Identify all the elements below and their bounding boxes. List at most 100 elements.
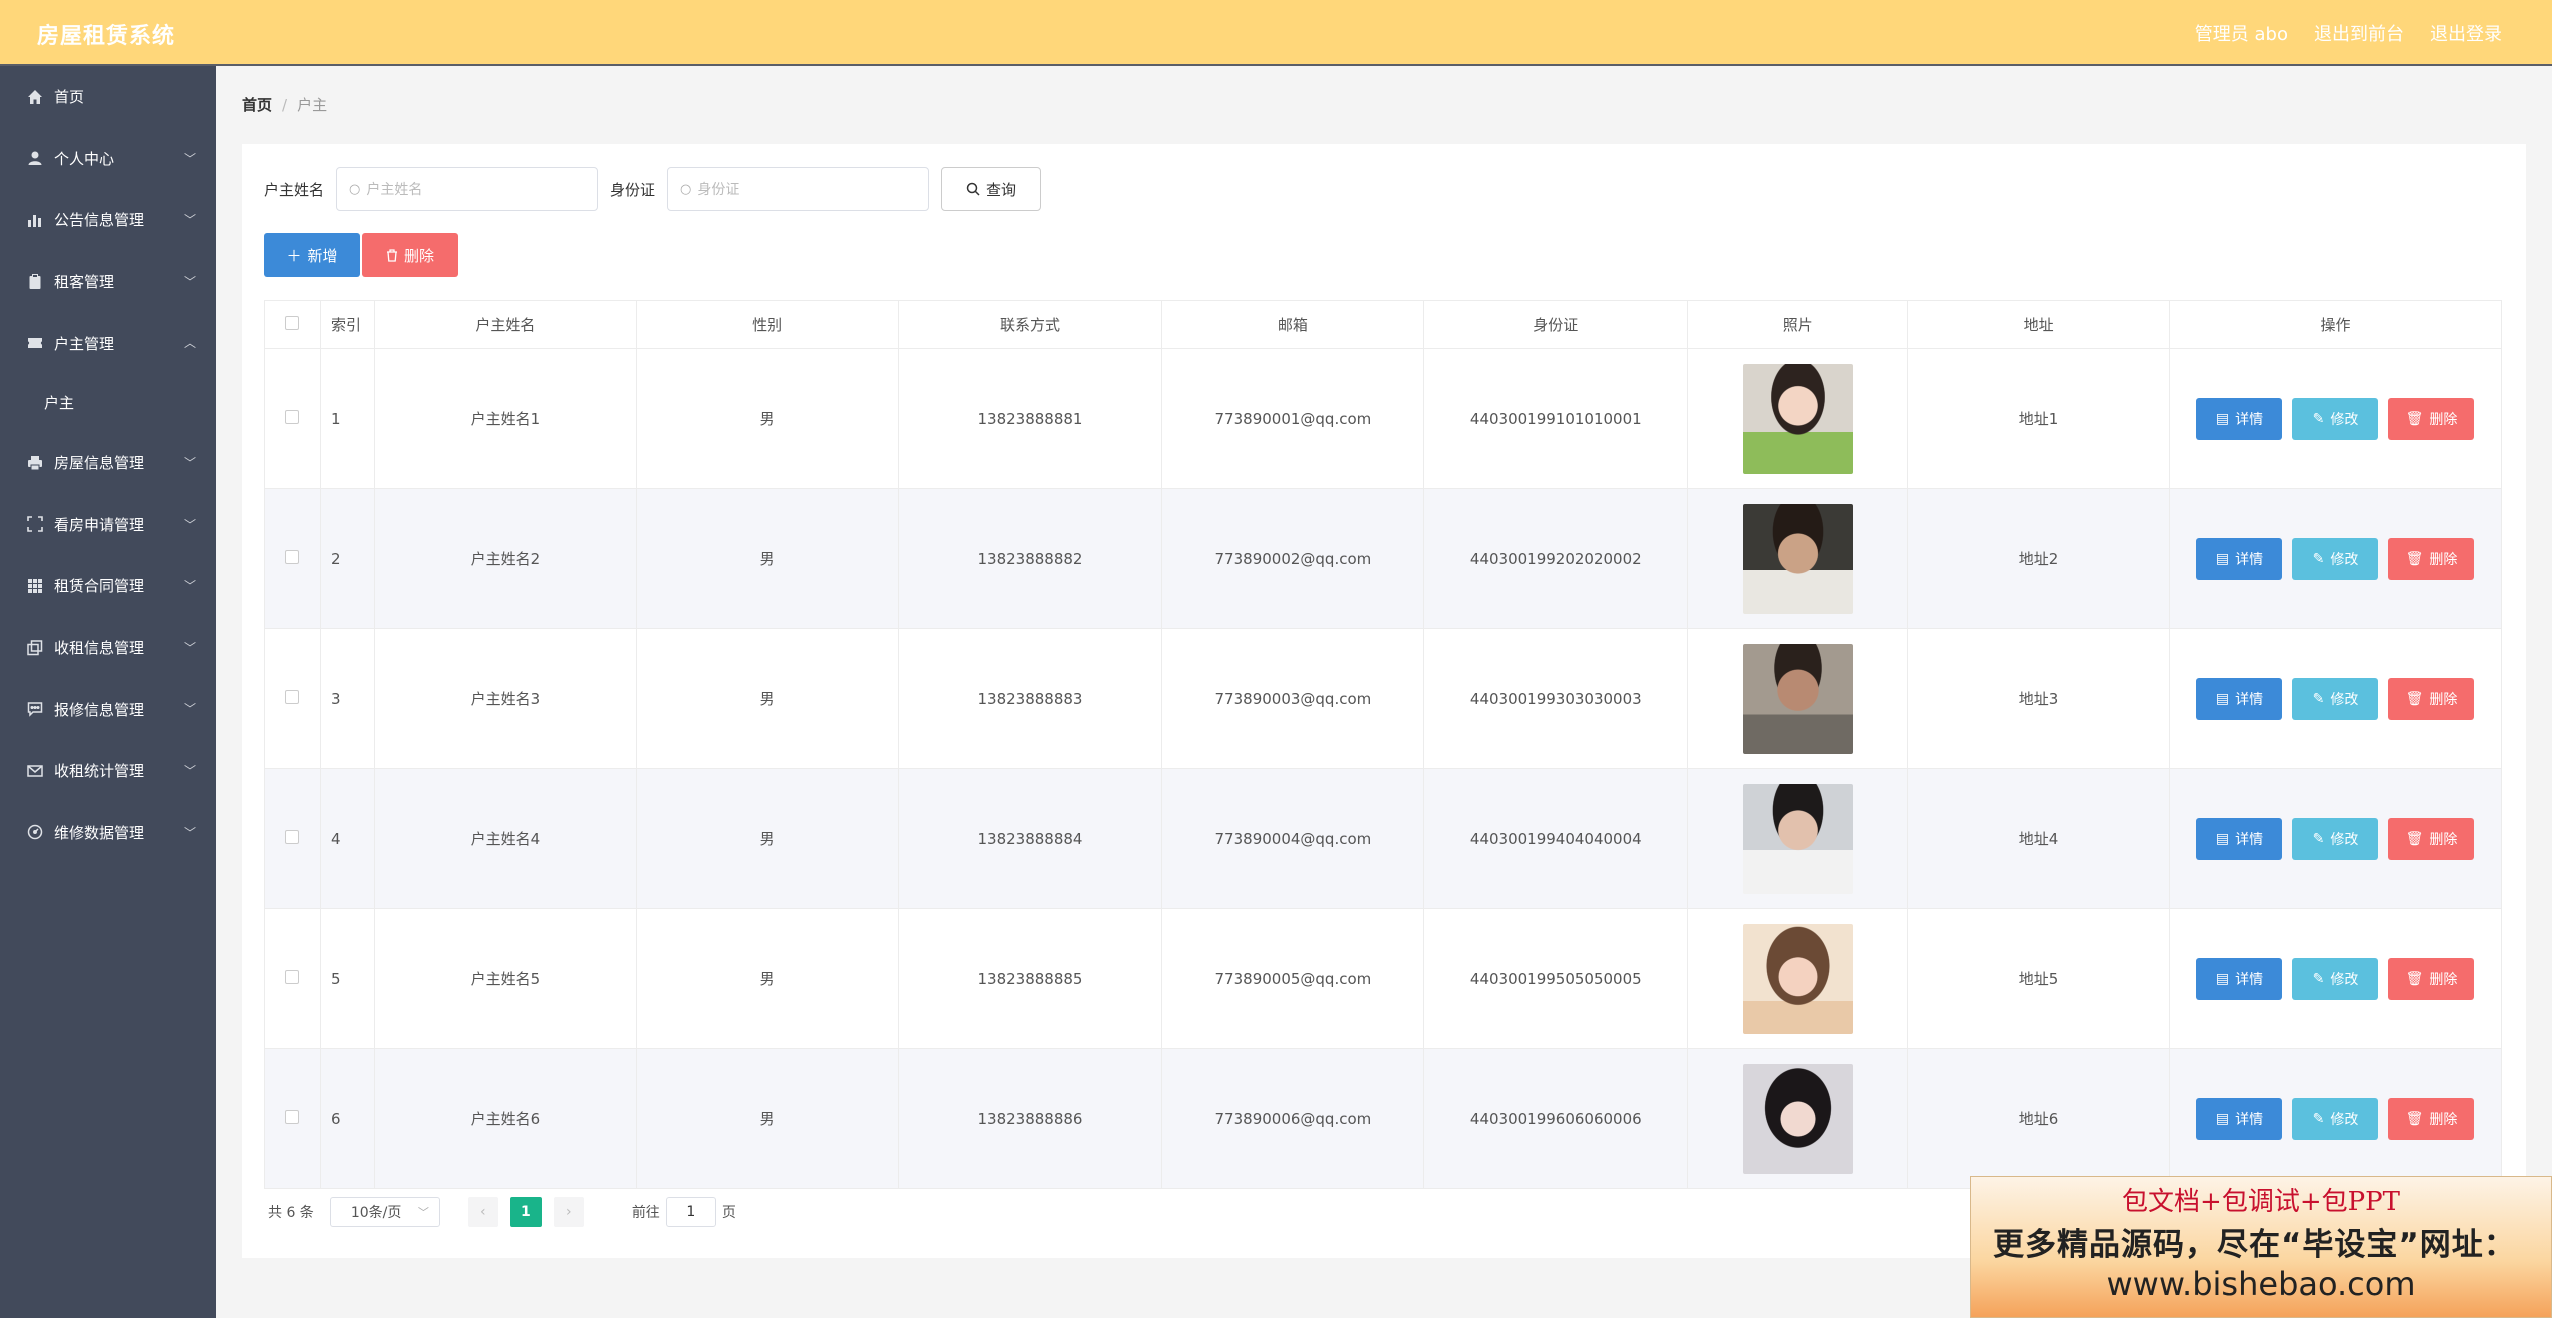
query-button[interactable]: 查询	[941, 167, 1042, 211]
row-select-cell[interactable]	[264, 348, 321, 489]
edit-button[interactable]: ✎ 修改	[2292, 537, 2379, 580]
cell-address: 地址5	[1907, 908, 2170, 1049]
page-number-current[interactable]: 1	[509, 1197, 542, 1227]
cell-name: 户主姓名5	[373, 908, 637, 1049]
detail-label: 详情	[2235, 971, 2264, 988]
sidebar-item-personal-center[interactable]: 个人中心 ﹀	[0, 128, 216, 190]
edit-button[interactable]: ✎ 修改	[2292, 817, 2379, 860]
add-button[interactable]: ＋ 新增	[264, 233, 360, 277]
edit-button[interactable]: ✎ 修改	[2292, 1097, 2379, 1140]
sidebar-item-repairs[interactable]: 报修信息管理 ﹀	[0, 678, 216, 740]
detail-button[interactable]: ▤ 详情	[2196, 537, 2283, 580]
row-select-cell[interactable]	[264, 1048, 321, 1189]
detail-label: 详情	[2235, 551, 2264, 568]
sidebar-item-home[interactable]: 首页	[0, 66, 216, 128]
delete-button[interactable]: 🗑 删除	[2388, 957, 2475, 1000]
cell-name: 户主姓名3	[373, 628, 637, 769]
sidebar-item-rent-stats[interactable]: 收租统计管理 ﹀	[0, 740, 216, 802]
cell-gender: 男	[635, 1048, 899, 1189]
row-checkbox[interactable]	[285, 969, 300, 984]
delete-label: 删除	[2429, 971, 2458, 988]
detail-button[interactable]: ▤ 详情	[2196, 1097, 2283, 1140]
chevron-up-icon: ︿	[183, 336, 196, 351]
sidebar-item-label: 户主管理	[54, 334, 115, 353]
delete-button[interactable]: 🗑 删除	[2388, 1097, 2475, 1140]
detail-label: 详情	[2235, 691, 2264, 708]
detail-button[interactable]: ▤ 详情	[2196, 817, 2283, 860]
sidebar-item-owners[interactable]: 户主管理 ︿	[0, 312, 216, 374]
sidebar-item-viewing-requests[interactable]: 看房申请管理 ﹀	[0, 494, 216, 556]
sidebar-item-label: 首页	[54, 88, 85, 107]
chevron-down-icon: ﹀	[183, 825, 196, 840]
sidebar-subitem-owner[interactable]: 户主	[0, 374, 216, 432]
goto-page-input[interactable]: 1	[665, 1197, 716, 1227]
edit-button[interactable]: ✎ 修改	[2292, 677, 2379, 720]
column-header: 邮箱	[1161, 300, 1425, 349]
owner-photo	[1742, 643, 1853, 754]
breadcrumb-home[interactable]: 首页	[242, 96, 272, 114]
sidebar-item-notices[interactable]: 公告信息管理 ﹀	[0, 189, 216, 251]
cell-index: 6	[319, 1048, 375, 1189]
owner-name-input[interactable]: ○ 户主姓名	[336, 167, 599, 211]
edit-button[interactable]: ✎ 修改	[2292, 397, 2379, 440]
column-header: 身份证	[1423, 300, 1689, 349]
chevron-down-icon: ﹀	[183, 455, 196, 470]
detail-label: 详情	[2235, 411, 2264, 428]
detail-button[interactable]: ▤ 详情	[2196, 677, 2283, 720]
select-all-checkbox[interactable]	[285, 315, 300, 330]
cell-index: 1	[319, 348, 375, 489]
delete-button[interactable]: 🗑 删除	[2388, 677, 2475, 720]
delete-button[interactable]: 🗑 删除	[2388, 537, 2475, 580]
goto-prefix: 前往	[631, 1205, 660, 1221]
select-all-cell[interactable]	[264, 300, 321, 349]
cell-gender: 男	[635, 768, 899, 909]
column-header: 户主姓名	[373, 300, 637, 349]
row-checkbox[interactable]	[285, 409, 300, 424]
id-card-input[interactable]: ○ 身份证	[667, 167, 930, 211]
delete-button[interactable]: 🗑 删除	[2388, 817, 2475, 860]
sidebar-item-label: 房屋信息管理	[54, 454, 145, 473]
cell-address: 地址4	[1907, 768, 2170, 909]
edit-button[interactable]: ✎ 修改	[2292, 957, 2379, 1000]
row-select-cell[interactable]	[264, 908, 321, 1049]
sidebar-item-contracts[interactable]: 租赁合同管理 ﹀	[0, 555, 216, 617]
batch-delete-button[interactable]: 删除	[362, 233, 458, 277]
delete-button[interactable]: 🗑 删除	[2388, 397, 2475, 440]
search-bar: 户主姓名 ○ 户主姓名 身份证 ○ 身份证 查询	[264, 167, 1042, 211]
row-select-cell[interactable]	[264, 628, 321, 769]
cell-address: 地址3	[1907, 628, 2170, 769]
table-row: 4 户主姓名4 男 13823888884 773890004@qq.com 4…	[264, 768, 2503, 909]
row-checkbox[interactable]	[285, 829, 300, 844]
sidebar-item-label: 看房申请管理	[54, 515, 145, 534]
edit-label: 修改	[2330, 411, 2359, 428]
trash-icon: 🗑	[2405, 970, 2424, 987]
logout-link[interactable]: 退出登录	[2430, 20, 2502, 46]
bar-chart-icon	[26, 211, 44, 229]
column-header: 性别	[635, 300, 899, 349]
delete-label: 删除	[2429, 691, 2458, 708]
sidebar-item-rent-collection[interactable]: 收租信息管理 ﹀	[0, 617, 216, 679]
cell-photo	[1687, 628, 1909, 769]
trash-icon: 🗑	[2405, 1110, 2424, 1127]
row-checkbox[interactable]	[285, 549, 300, 564]
cell-name: 户主姓名1	[373, 348, 637, 489]
sidebar-item-houses[interactable]: 房屋信息管理 ﹀	[0, 432, 216, 494]
row-select-cell[interactable]	[264, 488, 321, 629]
sidebar-item-maintenance-data[interactable]: 维修数据管理 ﹀	[0, 802, 216, 864]
chevron-down-icon: ﹀	[183, 213, 196, 228]
row-checkbox[interactable]	[285, 689, 300, 704]
sidebar-item-tenants[interactable]: 租客管理 ﹀	[0, 251, 216, 313]
clipboard-icon	[26, 273, 44, 291]
detail-button[interactable]: ▤ 详情	[2196, 957, 2283, 1000]
pencil-icon: ✎	[2312, 1110, 2325, 1127]
cell-phone: 13823888881	[897, 348, 1163, 489]
detail-button[interactable]: ▤ 详情	[2196, 397, 2283, 440]
row-select-cell[interactable]	[264, 768, 321, 909]
query-button-label: 查询	[986, 180, 1017, 199]
chevron-down-icon: ﹀	[183, 579, 196, 594]
page-size-select[interactable]: 10条/页 ﹀	[329, 1197, 440, 1227]
back-to-front-link[interactable]: 退出到前台	[2314, 20, 2404, 46]
prev-page-button[interactable]: ‹	[467, 1197, 498, 1227]
next-page-button[interactable]: ›	[553, 1197, 584, 1227]
row-checkbox[interactable]	[285, 1109, 300, 1124]
